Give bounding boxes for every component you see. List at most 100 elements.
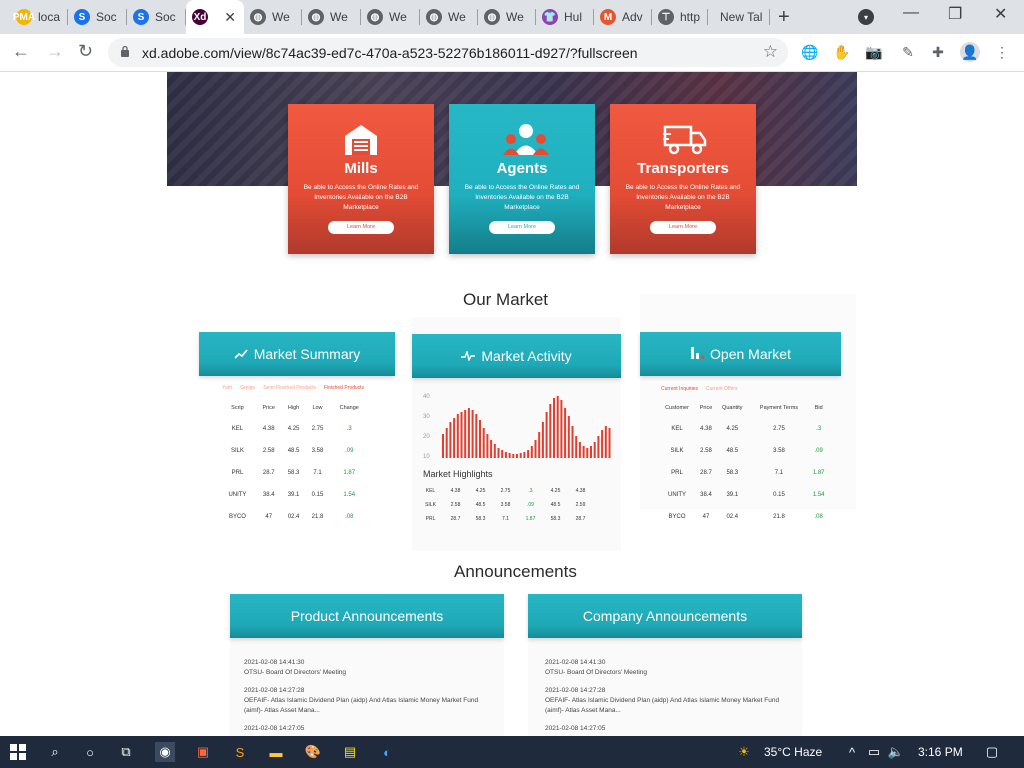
minimize-icon[interactable]: — [903, 4, 919, 22]
table-cell: 3.58 [773, 448, 785, 454]
table-row[interactable]: SILK 2.58 48.5 3.58 .09 [658, 440, 828, 462]
cortana-icon[interactable]: ○ [80, 742, 100, 762]
learn-more-button[interactable]: Learn More [489, 221, 555, 234]
task-view-icon[interactable]: ⧉ [116, 742, 136, 762]
subtab[interactable]: Finished Products [324, 385, 364, 391]
search-icon[interactable]: ⌕ [45, 742, 65, 762]
browser-tab[interactable]: ◍ We [420, 0, 478, 34]
market-activity-chart [442, 396, 611, 458]
table-row[interactable]: UNITY 38.4 39.1 0.15 1.54 [219, 484, 369, 506]
weather-icon[interactable]: ☀ [734, 742, 754, 762]
subtab[interactable]: Semi Finished Products [263, 385, 316, 391]
volume-icon[interactable]: 🔈 [886, 742, 906, 762]
highlight-row[interactable]: PRL 28.7 58.3 7.1 1.87 58.3 28.7 [418, 512, 593, 526]
forward-icon[interactable]: → [46, 41, 64, 62]
browser-tab[interactable]: ⊤ http [652, 0, 708, 34]
browser-tab[interactable]: S Soc [127, 0, 186, 34]
paint-taskbar-icon[interactable]: 🎨 [303, 742, 323, 762]
activity-bar [578, 442, 581, 458]
clock-time[interactable]: 3:16 PM [918, 745, 963, 759]
back-icon[interactable]: ← [12, 41, 30, 62]
reload-icon[interactable]: ↻ [78, 41, 93, 62]
close-tab-icon[interactable]: ✕ [224, 9, 236, 26]
browser-tab[interactable]: M Adv [594, 0, 652, 34]
announcement-item[interactable]: 2021-02-08 14:27:05 [545, 724, 785, 734]
activity-bar [449, 422, 452, 458]
chrome-taskbar-icon[interactable]: ◉ [155, 742, 175, 762]
shirt-icon: 👕 [542, 9, 558, 25]
globe-extension-icon[interactable]: 🌐 [800, 42, 820, 62]
our-market-title: Our Market [463, 290, 549, 309]
table-row[interactable]: SILK 2.58 48.5 3.58 .09 [219, 440, 369, 462]
table-row[interactable]: PRL 28.7 58.3 7.1 1.87 [219, 462, 369, 484]
browser-tab[interactable]: ◍ We [302, 0, 361, 34]
activity-bar [471, 410, 474, 458]
highlight-cell: 48.5 [550, 502, 561, 508]
browser-tab[interactable]: 👕 Hul [536, 0, 594, 34]
bookmark-star-icon[interactable]: ☆ [763, 42, 778, 62]
table-cell: 38.4 [700, 492, 712, 498]
sublime-taskbar-icon[interactable]: S [230, 742, 250, 762]
learn-more-button[interactable]: Learn More [650, 221, 716, 234]
table-row[interactable]: BYCO 47 02.4 21.8 .08 [219, 506, 369, 528]
windows-start-icon[interactable] [8, 742, 28, 762]
notifications-icon[interactable]: ▢ [982, 742, 1002, 762]
table-row[interactable]: KEL 4.38 4.25 2.75 .3 [219, 418, 369, 440]
highlight-cell: 7.1 [502, 516, 509, 522]
close-window-icon[interactable]: ✕ [994, 4, 1007, 24]
table-cell: .3 [816, 426, 822, 432]
y-tick-label: 30 [423, 414, 430, 420]
weather-text[interactable]: 35°C Haze [764, 745, 822, 759]
activity-bar [493, 444, 496, 458]
browser-tab[interactable]: ◍ We [244, 0, 302, 34]
table-row[interactable]: PRL 28.7 58.3 7.1 1.87 [658, 462, 828, 484]
subtab[interactable]: Yarn [222, 385, 232, 391]
announcement-item[interactable]: 2021-02-08 14:41:30 OTSU- Board Of Direct… [545, 658, 785, 678]
highlight-row[interactable]: SILK 2.58 48.5 3.58 .09 48.5 2.59 [418, 498, 593, 512]
column-header: Price [262, 405, 275, 411]
camera-extension-icon[interactable]: 📷 [864, 42, 884, 62]
adblock-extension-icon[interactable]: ✋ [832, 42, 852, 62]
column-header: Quantity [722, 405, 743, 411]
tray-chevron-icon[interactable]: ^ [842, 742, 862, 762]
table-cell: 2.75 [773, 426, 785, 432]
browser-tab[interactable]: ◍ We [478, 0, 536, 34]
browser-tab[interactable]: Xd ✕ [186, 0, 244, 34]
s-icon: S [133, 9, 149, 25]
market-summary-subtabs: Yarn Greige Semi Finished Products Finished… [222, 385, 372, 391]
network-icon[interactable]: ▭ [864, 742, 884, 762]
browser-tab[interactable]: PMA loca [10, 0, 68, 34]
globe-icon: ◍ [308, 9, 324, 25]
profile-avatar-icon[interactable]: 👤 [960, 42, 980, 62]
app-taskbar-icon[interactable]: ▣ [193, 742, 213, 762]
learn-more-button[interactable]: Learn More [328, 221, 394, 234]
new-tab-button[interactable]: + [778, 6, 790, 29]
table-cell: SILK [670, 448, 684, 454]
notes-taskbar-icon[interactable]: ▤ [340, 742, 360, 762]
activity-bar [464, 410, 467, 458]
announcement-item[interactable]: 2021-02-08 14:41:30 OTSU- Board Of Direct… [244, 658, 484, 678]
browser-tab[interactable]: S Soc [68, 0, 127, 34]
browser-tab[interactable]: ◍ We [361, 0, 420, 34]
highlight-cell: 28.7 [575, 516, 586, 522]
subtab[interactable]: Current Offers [706, 386, 738, 392]
address-bar[interactable]: xd.adobe.com/view/8c74ac39-ed7c-470a-a52… [108, 38, 788, 67]
highlight-row[interactable]: KEL 4.38 4.25 2.75 .3 4.25 4.38 [418, 484, 593, 498]
pen-extension-icon[interactable]: ✎ [898, 42, 918, 62]
restore-icon[interactable]: ❐ [948, 4, 962, 24]
file-explorer-icon[interactable]: ▬ [266, 742, 286, 762]
tab-search-icon[interactable]: ▾ [858, 9, 874, 25]
activity-bar [497, 448, 500, 458]
announcement-item[interactable]: 2021-02-08 14:27:05 [244, 724, 484, 734]
announcement-item[interactable]: 2021-02-08 14:27:28 OEFAIF- Atlas Islamic… [244, 686, 484, 716]
browser-tab[interactable]: New Tal [708, 0, 770, 34]
subtab[interactable]: Greige [240, 385, 255, 391]
subtab[interactable]: Current Inquiries [661, 386, 698, 392]
table-row[interactable]: KEL 4.38 4.25 2.75 .3 [658, 418, 828, 440]
announcement-item[interactable]: 2021-02-08 14:27:28 OEFAIF- Atlas Islamic… [545, 686, 785, 716]
extensions-puzzle-icon[interactable]: ✚ [928, 42, 948, 62]
table-row[interactable]: UNITY 38.4 39.1 0.15 1.54 [658, 484, 828, 506]
menu-kebab-icon[interactable]: ⋮ [992, 42, 1012, 62]
table-row[interactable]: BYCO 47 02.4 21.8 .08 [658, 506, 828, 528]
edge-taskbar-icon[interactable]: ◐ [377, 742, 397, 762]
